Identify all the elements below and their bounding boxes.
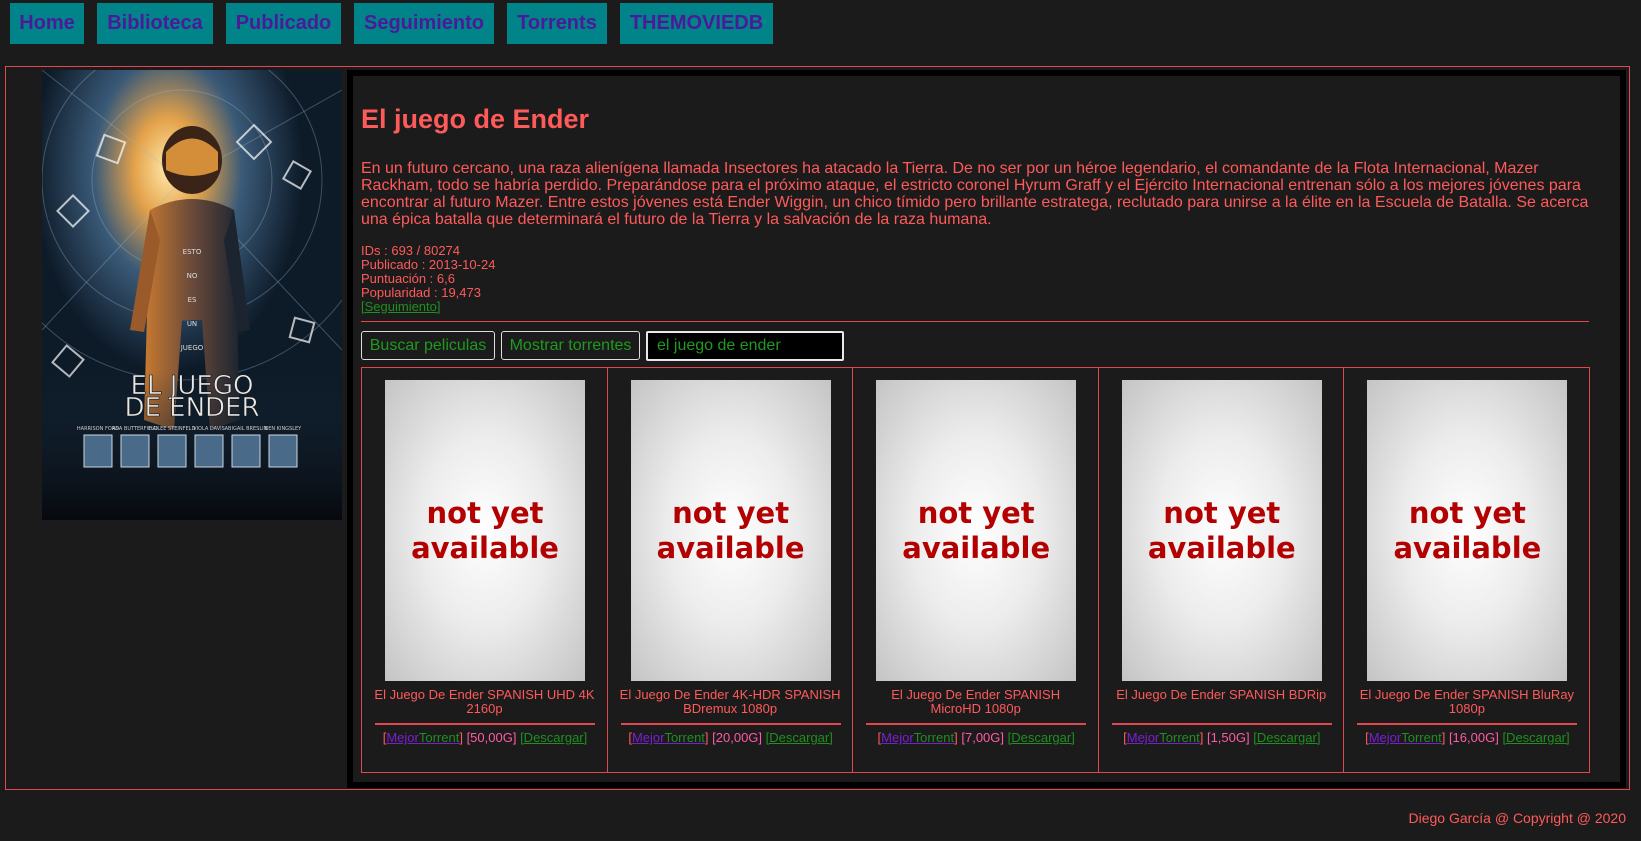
poster-tagline-1: ESTO (183, 248, 202, 256)
download-link[interactable]: [Descargar] (1253, 730, 1320, 745)
not-available-label: not yet available (902, 495, 1051, 565)
torrent-title: El Juego De Ender SPANISH UHD 4K 2160p (374, 687, 595, 716)
footer-copyright: Diego García @ Copyright @ 2020 (1408, 810, 1626, 826)
torrent-size: [7,00G] (961, 730, 1005, 745)
source-link[interactable]: MejorTorrent (1369, 730, 1442, 745)
torrent-thumbnail: not yet available (630, 380, 831, 681)
tab-torrents[interactable]: Torrents (507, 3, 607, 44)
download-link[interactable]: [Descargar] (520, 730, 587, 745)
torrent-size: [20,00G] (712, 730, 763, 745)
tab-biblioteca[interactable]: Biblioteca (97, 3, 213, 44)
torrent-title: El Juego De Ender SPANISH BluRay 1080p (1359, 687, 1575, 716)
torrent-title: El Juego De Ender SPANISH MicroHD 1080p (891, 687, 1061, 716)
movie-ids: IDs : 693 / 80274 (361, 243, 461, 258)
card-divider (375, 723, 595, 725)
torrent-links: [MejorTorrent] [20,00G] [Descargar] (628, 730, 833, 745)
search-input[interactable] (646, 331, 844, 361)
poster-tagline-3: ES (188, 296, 197, 304)
tab-publicado[interactable]: Publicado (226, 3, 341, 44)
poster-tagline-4: UN (187, 320, 197, 328)
poster-cast-4: VIOLA DAVIS (193, 426, 225, 432)
divider (361, 321, 1589, 322)
torrent-size: [50,00G] (466, 730, 517, 745)
torrent-grid: not yet available El Juego De Ender SPAN… (361, 367, 1590, 773)
download-link[interactable]: [Descargar] (1502, 730, 1569, 745)
torrent-links: [MejorTorrent] [1,50G] [Descargar] (1123, 730, 1321, 745)
torrent-card: not yet available El Juego De Ender SPAN… (1344, 368, 1589, 772)
torrent-card: not yet available El Juego De Ender SPAN… (362, 368, 608, 772)
source-link[interactable]: MejorTorrent (632, 730, 705, 745)
torrent-links: [MejorTorrent] [16,00G] [Descargar] (1365, 730, 1570, 745)
torrent-title: El Juego De Ender SPANISH BDRip (1116, 687, 1327, 702)
card-divider (866, 723, 1087, 725)
torrent-thumbnail: not yet available (876, 380, 1077, 681)
poster-cast-3: HAILEE STEINFELD (149, 426, 196, 432)
card-divider (1357, 723, 1578, 725)
not-available-label: not yet available (1147, 495, 1296, 565)
movie-published: Publicado : 2013-10-24 (361, 257, 496, 272)
torrent-card: not yet available El Juego De Ender SPAN… (1099, 368, 1345, 772)
poster-tagline-5: JUEGO (180, 344, 204, 352)
torrent-thumbnail: not yet available (1121, 380, 1322, 681)
not-available-label: not yet available (411, 495, 559, 565)
tab-themoviedb[interactable]: THEMOVIEDB (620, 3, 773, 44)
show-torrents-button[interactable]: Mostrar torrentes (501, 331, 640, 360)
card-divider (620, 723, 841, 725)
poster-title-2: DE ENDER (124, 393, 259, 423)
movie-overview: En un futuro cercano, una raza alienígen… (361, 160, 1589, 228)
card-divider (1111, 723, 1332, 725)
poster-tagline-2: NO (187, 272, 198, 280)
torrent-links: [MejorTorrent] [7,00G] [Descargar] (877, 730, 1075, 745)
torrent-title: El Juego De Ender 4K-HDR SPANISH BDremux… (619, 687, 841, 716)
torrent-size: [1,50G] (1206, 730, 1250, 745)
movie-meta: IDs : 693 / 80274 Publicado : 2013-10-24… (361, 244, 495, 314)
torrent-links: [MejorTorrent] [50,00G] [Descargar] (382, 730, 588, 745)
poster-cast-5: ABIGAIL BRESLIN (225, 426, 268, 432)
follow-link[interactable]: [Seguimiento] (361, 299, 441, 314)
torrent-card: not yet available El Juego De Ender 4K-H… (608, 368, 854, 772)
source-link[interactable]: MejorTorrent (386, 730, 459, 745)
tab-home[interactable]: Home (10, 3, 84, 44)
torrent-card: not yet available El Juego De Ender SPAN… (853, 368, 1099, 772)
movie-poster: ESTO NO ES UN JUEGO EL JUEGO DE ENDER HA… (42, 70, 342, 520)
not-available-label: not yet available (656, 495, 805, 565)
torrent-size: [16,00G] (1448, 730, 1499, 745)
torrent-thumbnail: not yet available (1367, 380, 1568, 681)
download-link[interactable]: [Descargar] (1008, 730, 1075, 745)
download-link[interactable]: [Descargar] (766, 730, 833, 745)
movie-score: Puntuación : 6,6 (361, 271, 455, 286)
poster-cast-6: BEN KINGSLEY (265, 426, 302, 432)
tab-seguimiento[interactable]: Seguimiento (354, 3, 494, 44)
not-available-label: not yet available (1393, 495, 1542, 565)
movie-title: El juego de Ender (361, 104, 590, 134)
source-link[interactable]: MejorTorrent (1127, 730, 1200, 745)
torrent-thumbnail: not yet available (385, 380, 585, 681)
movie-popularity: Popularidad : 19,473 (361, 285, 481, 300)
search-movies-button[interactable]: Buscar peliculas (361, 331, 495, 360)
source-link[interactable]: MejorTorrent (881, 730, 954, 745)
